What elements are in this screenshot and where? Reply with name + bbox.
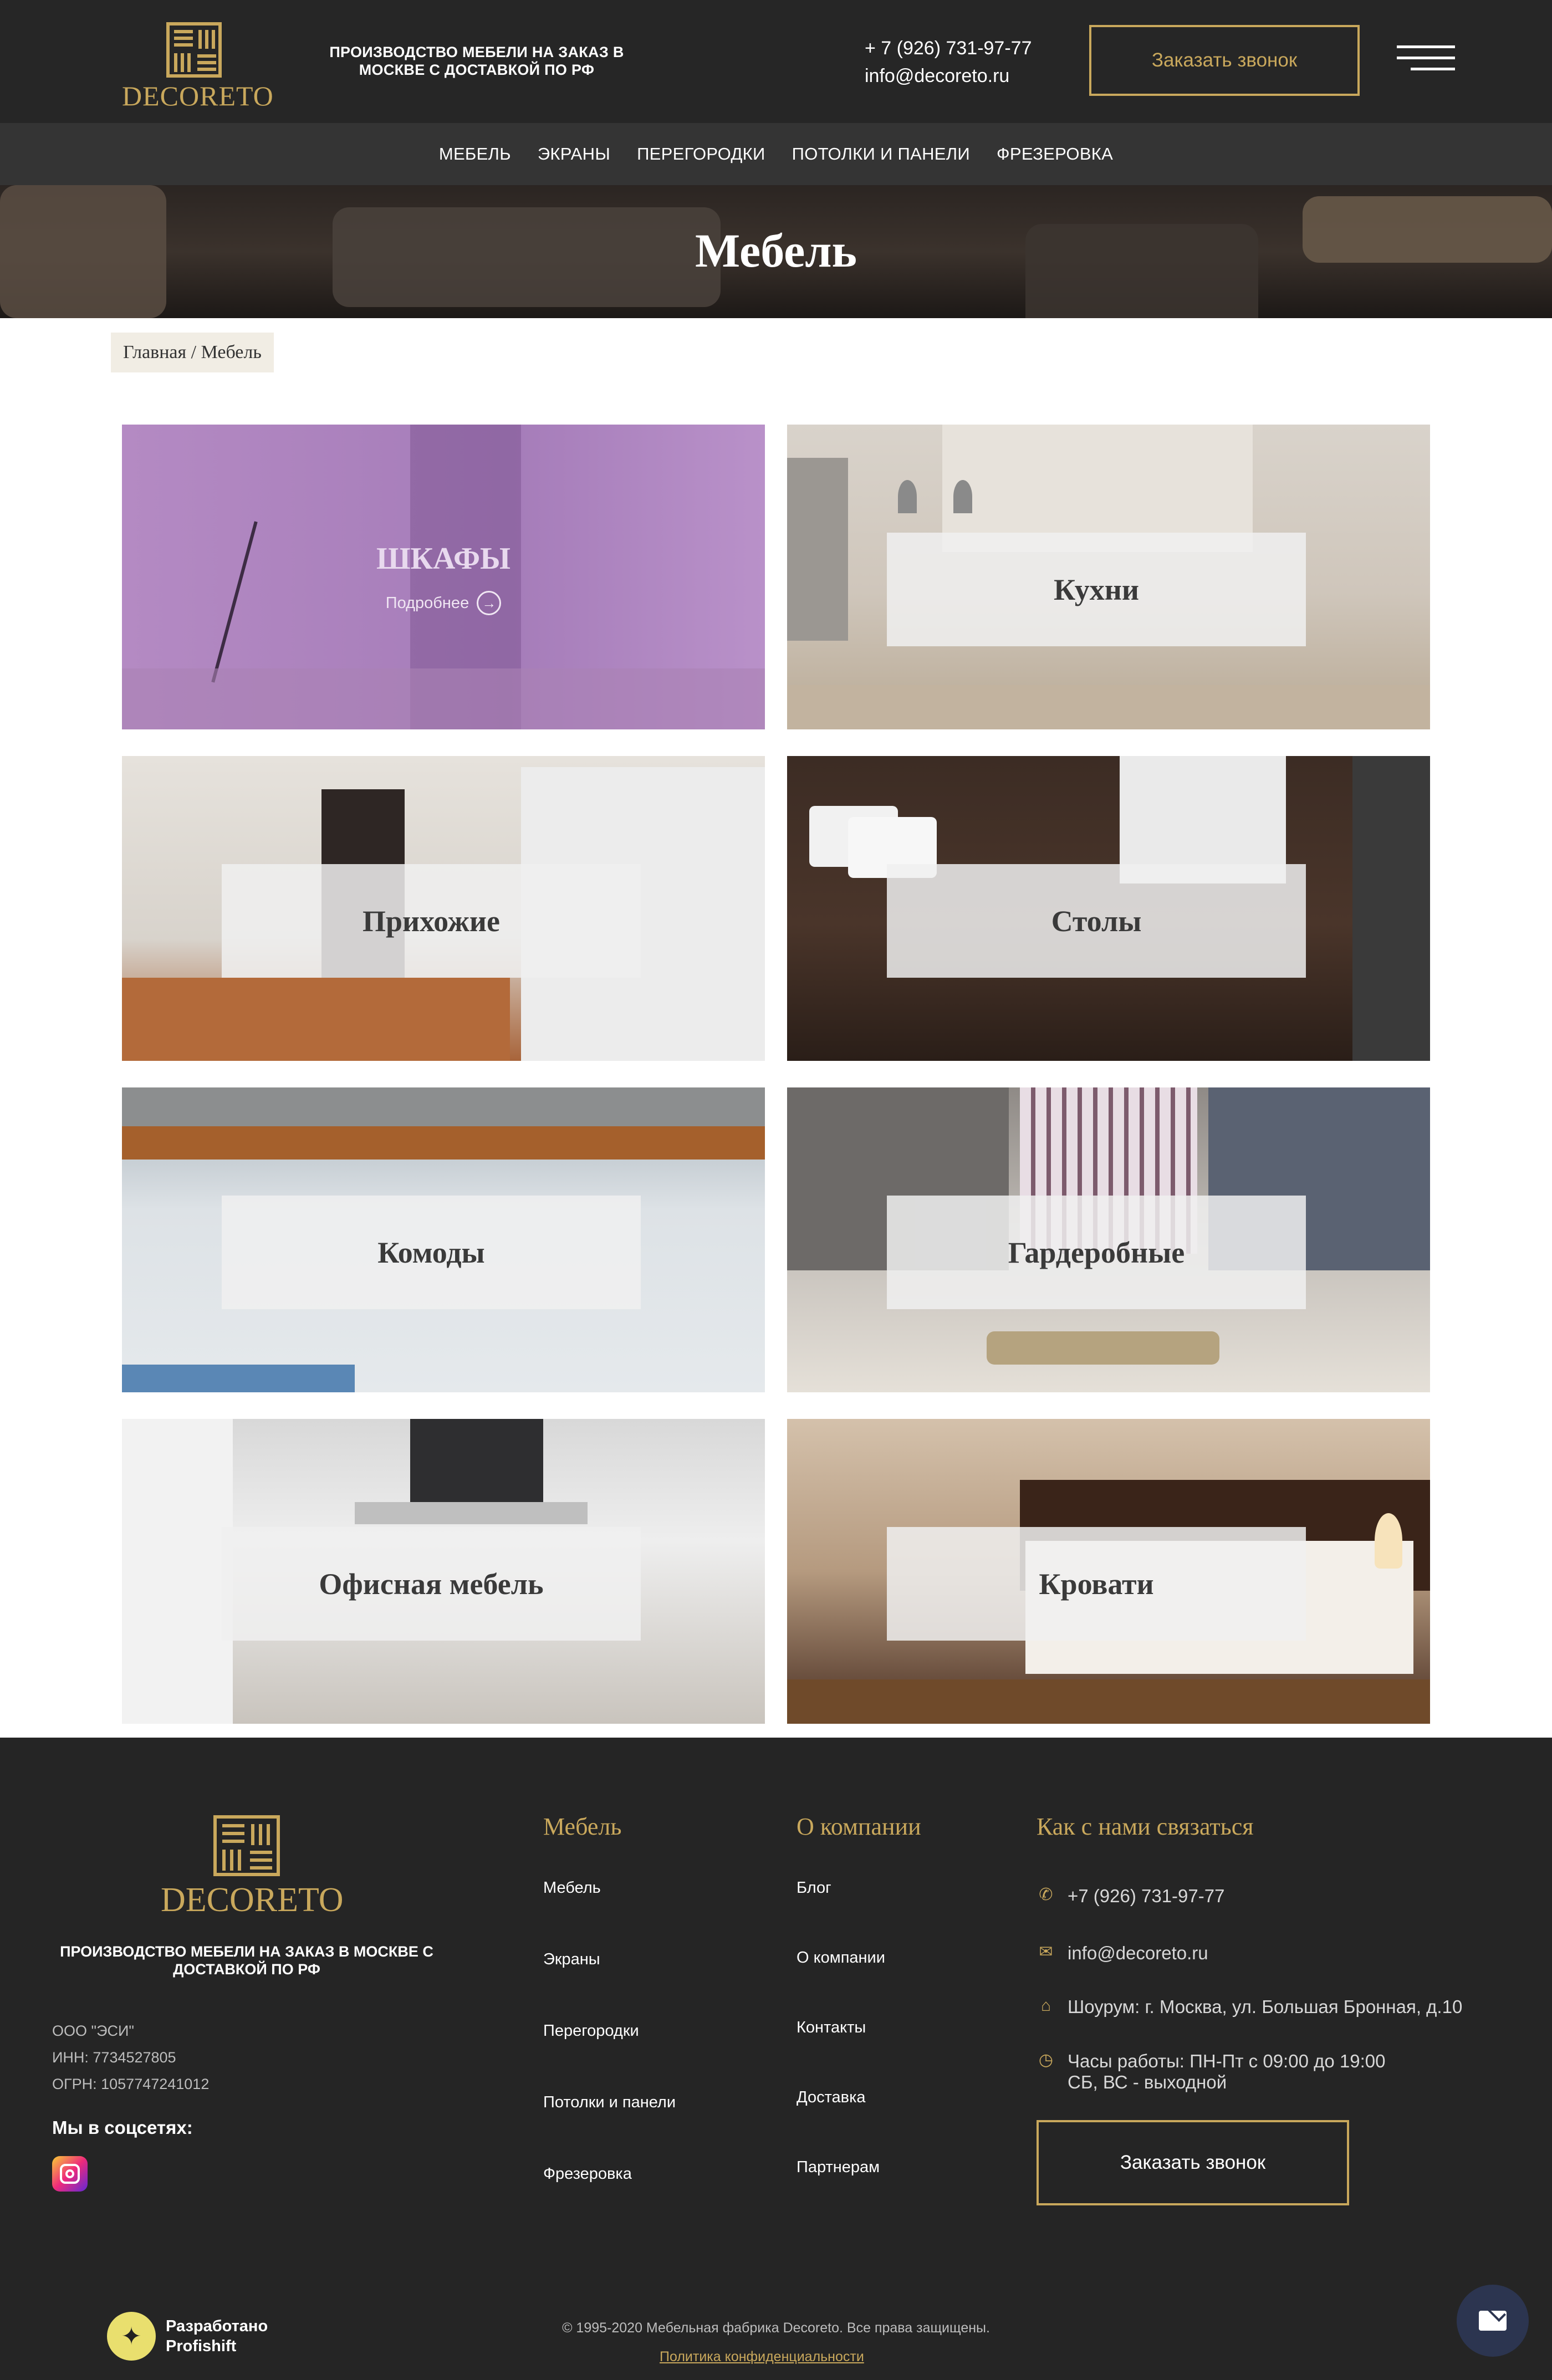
instagram-icon[interactable]: [52, 2156, 88, 2192]
breadcrumb[interactable]: Главная / Мебель: [111, 333, 274, 372]
footer-link[interactable]: Фрезеровка: [543, 2165, 676, 2236]
footer-link[interactable]: Партнерам: [797, 2158, 885, 2228]
nav-item-furniture[interactable]: МЕБЕЛЬ: [439, 144, 511, 164]
logo-text: DECORETO: [122, 80, 274, 111]
footer-hours: ◷ Часы работы: ПН-Пт с 09:00 до 19:00 СБ…: [1037, 2051, 1386, 2093]
footer-link[interactable]: О компании: [797, 1949, 885, 2019]
nav-item-screens[interactable]: ЭКРАНЫ: [538, 144, 610, 164]
category-title: Кровати: [1039, 1567, 1154, 1601]
header-phone[interactable]: + 7 (926) 731-97-77: [865, 34, 1032, 62]
footer-col-furniture: Мебель Экраны Перегородки Потолки и пане…: [543, 1879, 676, 2236]
arrow-circle-icon: →: [477, 591, 502, 615]
footer-email[interactable]: ✉ info@decoreto.ru: [1037, 1943, 1208, 1964]
footer-link[interactable]: Экраны: [543, 1950, 676, 2022]
category-title: Кухни: [1053, 573, 1140, 606]
logo-mark-icon: [213, 1815, 280, 1876]
phone-icon: ✆: [1039, 1886, 1053, 1904]
company-details: ООО "ЭСИ" ИНН: 7734527805 ОГРН: 10577472…: [52, 2023, 210, 2092]
category-card-tables[interactable]: Столы: [787, 756, 1430, 1061]
category-title: Столы: [1051, 904, 1142, 938]
footer-showroom: ⌂ Шоурум: г. Москва, ул. Большая Бронная…: [1037, 1996, 1462, 2018]
hero-banner: Мебель: [0, 185, 1552, 318]
category-title: ШКАФЫ: [376, 542, 511, 576]
logo[interactable]: DECORETO: [122, 22, 274, 111]
more-link[interactable]: Подробнее →: [122, 591, 765, 615]
main-nav: МЕБЕЛЬ ЭКРАНЫ ПЕРЕГОРОДКИ ПОТОЛКИ И ПАНЕ…: [0, 123, 1552, 185]
category-card-beds[interactable]: Кровати: [787, 1419, 1430, 1724]
envelope-icon: ✉: [1039, 1943, 1053, 1961]
nav-item-ceilings[interactable]: ПОТОЛКИ И ПАНЕЛИ: [792, 144, 970, 164]
footer-phone[interactable]: ✆ +7 (926) 731-97-77: [1037, 1886, 1224, 1907]
hamburger-icon[interactable]: [1397, 45, 1455, 73]
category-card-dressers[interactable]: Комоды: [122, 1087, 765, 1392]
mail-icon: [1479, 2301, 1507, 2331]
footer-link[interactable]: Перегородки: [543, 2022, 676, 2093]
category-card-hallways[interactable]: Прихожие: [122, 756, 765, 1061]
category-title: Комоды: [377, 1235, 485, 1269]
header-tagline: ПРОИЗВОДСТВО МЕБЕЛИ НА ЗАКАЗ В МОСКВЕ С …: [329, 44, 624, 78]
footer-link[interactable]: Мебель: [543, 1879, 676, 1950]
header-contacts: + 7 (926) 731-97-77 info@decoreto.ru: [865, 34, 1032, 90]
profishift-logo-icon: ✦: [107, 2312, 156, 2361]
nav-item-partitions[interactable]: ПЕРЕГОРОДКИ: [637, 144, 765, 164]
footer-tagline: ПРОИЗВОДСТВО МЕБЕЛИ НА ЗАКАЗ В МОСКВЕ С …: [60, 1943, 433, 1978]
category-title: Офисная мебель: [319, 1567, 544, 1601]
copyright: © 1995-2020 Мебельная фабрика Decoreto. …: [562, 2320, 990, 2336]
home-icon: ⌂: [1040, 1996, 1051, 2015]
developer-credit[interactable]: ✦ Разработано Profishift: [107, 2311, 268, 2361]
footer-link[interactable]: Блог: [797, 1879, 885, 1949]
category-title: Гардеробные: [1008, 1235, 1185, 1269]
footer-col-company-title: О компании: [797, 1813, 921, 1840]
footer-link[interactable]: Контакты: [797, 2019, 885, 2088]
footer-link[interactable]: Потолки и панели: [543, 2093, 676, 2165]
site-header: DECORETO ПРОИЗВОДСТВО МЕБЕЛИ НА ЗАКАЗ В …: [0, 0, 1552, 123]
clock-icon: ◷: [1038, 2051, 1054, 2069]
header-email[interactable]: info@decoreto.ru: [865, 62, 1032, 90]
category-card-walk-in-closets[interactable]: Гардеробные: [787, 1087, 1430, 1392]
chat-widget-button[interactable]: [1457, 2285, 1529, 2357]
footer-link[interactable]: Доставка: [797, 2088, 885, 2158]
footer-logo[interactable]: DECORETO: [161, 1815, 344, 1919]
category-card-office-furniture[interactable]: Офисная мебель: [122, 1419, 765, 1724]
footer-callback-button[interactable]: Заказать звонок: [1037, 2120, 1349, 2205]
logo-mark-icon: [166, 22, 222, 78]
footer-col-company: Блог О компании Контакты Доставка Партне…: [797, 1879, 885, 2228]
footer-logo-text: DECORETO: [161, 1881, 344, 1919]
privacy-policy-link[interactable]: Политика конфиденциальности: [660, 2349, 864, 2365]
callback-button[interactable]: Заказать звонок: [1089, 25, 1360, 96]
social-label: Мы в соцсетях:: [52, 2117, 193, 2138]
nav-item-milling[interactable]: ФРЕЗЕРОВКА: [997, 144, 1113, 164]
footer-contacts-title: Как с нами связаться: [1037, 1813, 1254, 1840]
category-card-wardrobes[interactable]: ШКАФЫ Подробнее →: [122, 425, 765, 729]
category-card-kitchens[interactable]: Кухни: [787, 425, 1430, 729]
page-title: Мебель: [695, 224, 857, 277]
category-title: Прихожие: [363, 904, 500, 938]
footer-col-furniture-title: Мебель: [543, 1813, 622, 1840]
